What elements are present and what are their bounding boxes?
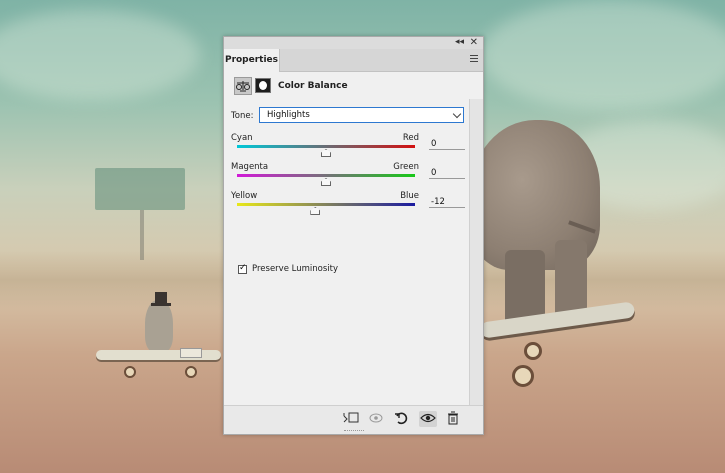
eye-icon[interactable] bbox=[419, 411, 437, 427]
slider-left-label: Cyan bbox=[231, 133, 253, 143]
tone-label: Tone: bbox=[231, 111, 254, 121]
top-hat-brim bbox=[151, 303, 171, 306]
cloud bbox=[0, 10, 200, 100]
slider-left-label: Yellow bbox=[231, 191, 258, 201]
double-chevron-left-icon[interactable]: ◂◂ bbox=[455, 37, 464, 48]
view-previous-state-icon[interactable] bbox=[367, 411, 385, 427]
slider-track[interactable] bbox=[237, 203, 415, 206]
slider-right-label: Red bbox=[402, 133, 419, 143]
balance-scale-icon[interactable] bbox=[234, 77, 252, 95]
skateboard-wheel bbox=[185, 366, 197, 378]
cloud bbox=[480, 0, 725, 110]
layer-mask-icon[interactable] bbox=[255, 78, 271, 93]
panel-scrollbar[interactable] bbox=[469, 99, 483, 406]
small-box bbox=[180, 348, 202, 358]
preserve-luminosity-label: Preserve Luminosity bbox=[252, 264, 338, 274]
reset-icon[interactable] bbox=[392, 411, 410, 427]
properties-panel: ◂◂ ✕ Properties Color Balance Tone: High… bbox=[223, 36, 484, 435]
color-slider-magenta-green: Magenta Green 0 bbox=[231, 162, 466, 192]
slider-right-label: Blue bbox=[400, 191, 419, 201]
tone-dropdown[interactable]: Highlights bbox=[259, 107, 464, 123]
slider-track[interactable] bbox=[237, 145, 415, 148]
mouse-figure bbox=[145, 300, 173, 352]
color-slider-yellow-blue: Yellow Blue -12 bbox=[231, 191, 466, 221]
chevron-down-icon bbox=[452, 109, 462, 119]
panel-menu-icon[interactable] bbox=[470, 55, 478, 64]
slider-track[interactable] bbox=[237, 174, 415, 177]
slider-right-label: Green bbox=[393, 162, 419, 172]
slider-left-label: Magenta bbox=[231, 162, 269, 172]
clip-to-layer-icon[interactable] bbox=[342, 411, 360, 427]
tab-properties[interactable]: Properties bbox=[224, 49, 280, 72]
close-icon[interactable]: ✕ bbox=[470, 37, 478, 48]
tone-dropdown-value: Highlights bbox=[267, 110, 310, 120]
preserve-luminosity-checkbox[interactable] bbox=[238, 263, 247, 274]
slider-value-field[interactable]: 0 bbox=[429, 167, 465, 179]
skateboard-wheel bbox=[124, 366, 136, 378]
skateboard-wheel bbox=[524, 342, 542, 360]
panel-bottom-toolbar bbox=[224, 405, 483, 434]
color-slider-cyan-red: Cyan Red 0 bbox=[231, 133, 466, 163]
trash-icon[interactable] bbox=[444, 411, 462, 427]
small-skateboard bbox=[96, 350, 221, 360]
adjustment-header: Color Balance bbox=[224, 73, 483, 99]
slider-value-field[interactable]: -12 bbox=[429, 196, 465, 208]
adjustment-title: Color Balance bbox=[278, 81, 348, 91]
road-sign bbox=[95, 168, 185, 210]
slider-value-field[interactable]: 0 bbox=[429, 138, 465, 150]
skateboard-wheel bbox=[512, 365, 534, 387]
road-sign-post bbox=[140, 210, 144, 260]
adjustment-controls: Tone: Highlights Cyan Red 0 Magenta Green 0 Ye… bbox=[224, 99, 470, 406]
panel-resize-grip[interactable] bbox=[344, 430, 364, 433]
panel-tab-row: Properties bbox=[224, 49, 483, 72]
